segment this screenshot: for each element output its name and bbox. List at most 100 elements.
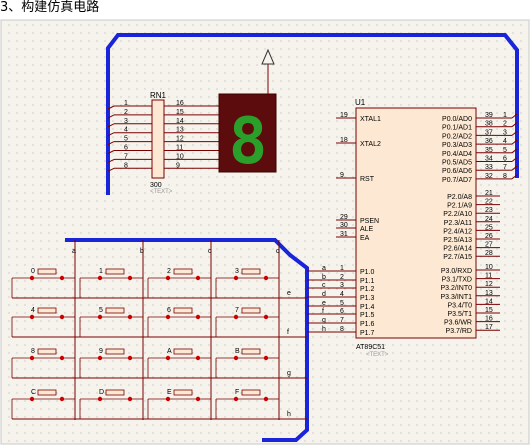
p0-bus-number: 7 [503, 164, 507, 171]
keypad-key-cap [241, 268, 261, 275]
keypad-key-dot-left [233, 275, 239, 281]
keypad-key-dot-right [127, 396, 133, 402]
keypad-key-dot-left [29, 396, 35, 402]
keypad-key-label: E [167, 389, 172, 396]
rn1-left-pin-number: 3 [124, 118, 128, 125]
keypad-key-label: 4 [31, 307, 35, 314]
keypad-key-dot-left [165, 396, 171, 402]
keypad-key-label: F [235, 389, 239, 396]
rn1-right-pin-number: 12 [176, 136, 184, 143]
u1-right-pin-label: P2.0/A8 [447, 194, 472, 201]
rn1-text-tag: <TEXT> [150, 189, 173, 195]
keypad-key-dot-right [59, 314, 65, 320]
p1-bus-label: b [322, 274, 326, 281]
keypad-column-label: b [140, 248, 144, 255]
u1-right-pin-number: 38 [485, 121, 493, 128]
rn1-right-pin-number: 11 [176, 145, 183, 152]
rn1-name: RN1 [150, 91, 167, 100]
keypad-key-cap [241, 307, 261, 314]
keypad-key-dot-left [97, 314, 103, 320]
keypad-key-dot-left [97, 355, 103, 361]
rn1-left-pin-number: 4 [124, 127, 128, 134]
rn1-right-pin-number: 16 [176, 100, 184, 107]
keypad-key-cap [37, 307, 57, 314]
keypad-key-dot-right [195, 396, 201, 402]
u1-left-pin-number: 8 [340, 326, 344, 333]
u1-right-pin-number: 17 [485, 324, 493, 331]
keypad-column-label: c [208, 248, 212, 255]
p0-bus-number: 1 [503, 112, 507, 119]
u1-left-pin-number: 19 [340, 112, 348, 119]
u1-right-pin-label: P3.1/TXD [442, 277, 472, 284]
u1-left-pin-number: 18 [340, 137, 348, 144]
rn1-left-pin-number: 6 [124, 145, 128, 152]
keypad-key-dot-left [233, 396, 239, 402]
keypad-key-dot-right [195, 314, 201, 320]
rn1-left-pin-number: 8 [124, 162, 128, 169]
keypad-key-cap [105, 389, 125, 396]
u1-right-pin-number: 28 [485, 250, 493, 257]
u1-right-pin-label: P0.2/AD2 [442, 133, 472, 140]
u1-left-pin-label: XTAL2 [360, 141, 381, 148]
u1-right-pin-label: P3.6/WR [444, 320, 472, 327]
keypad-key-dot-left [29, 355, 35, 361]
u1-left-pin-number: 31 [340, 231, 348, 238]
u1-left-pin-label: EA [360, 235, 370, 242]
u1-right-pin-label: P3.2/INT0 [440, 285, 472, 292]
keypad-key-cap [173, 348, 193, 355]
rn1-left-pin-number: 2 [124, 109, 128, 116]
schematic-canvas[interactable]: RN1 300 <TEXT> 1 162 153 144 135 126 117 108 9 8… [0, 0, 530, 445]
u1-right-pin-label: P0.3/AD3 [442, 142, 472, 149]
u1-right-pin-label: P0.1/AD1 [442, 125, 472, 132]
keypad-row-label: h [287, 411, 291, 418]
rn1-left-pin-number: 7 [124, 153, 128, 160]
u1-right-pin-label: P3.3/INT1 [440, 294, 472, 301]
rn1-left-pin-number: 1 [124, 100, 128, 107]
rn1-right-pin-number: 10 [176, 153, 184, 160]
u1-left-pin-number: 9 [340, 172, 344, 179]
p1-bus-label: a [322, 265, 326, 272]
keypad-key-dot-right [263, 396, 269, 402]
keypad-key-label: 7 [235, 307, 239, 314]
keypad-key-dot-left [97, 275, 103, 281]
rn1-right-pin-number: 14 [176, 118, 184, 125]
keypad-key-dot-left [233, 355, 239, 361]
keypad-key-cap [241, 348, 261, 355]
keypad-key-label: C [31, 389, 36, 396]
u1-right-pin-number: 13 [485, 290, 493, 297]
u1-right-pin-number: 15 [485, 307, 493, 314]
keypad-key-cap [173, 268, 193, 275]
keypad-key-dot-left [233, 314, 239, 320]
u1-right-pin-label: P2.4/A12 [443, 228, 472, 235]
u1-right-pin-number: 39 [485, 112, 493, 119]
keypad-key-cap [37, 348, 57, 355]
u1-right-pin-number: 33 [485, 164, 493, 171]
u1-right-pin-label: P0.4/AD4 [442, 151, 472, 158]
keypad-key-dot-right [127, 275, 133, 281]
u1-left-pin-number: 1 [340, 265, 344, 272]
u1-right-pin-label: P2.5/A13 [443, 237, 472, 244]
u1-right-pin-label: P3.5/T1 [447, 311, 472, 318]
u1-right-pin-number: 32 [485, 173, 493, 180]
keypad-key-cap [105, 268, 125, 275]
keypad-key-dot-left [29, 275, 35, 281]
keypad-key-dot-right [127, 314, 133, 320]
rn1-right-pin-number: 9 [176, 162, 180, 169]
keypad-key-cap [173, 307, 193, 314]
keypad-key-label: 3 [235, 268, 239, 275]
keypad-key-dot-right [59, 355, 65, 361]
u1-right-pin-number: 21 [485, 190, 493, 197]
p1-bus-label: c [322, 282, 326, 289]
p1-bus-label: f [322, 308, 324, 315]
u1-right-pin-number: 10 [485, 264, 493, 271]
keypad-key-dot-right [59, 396, 65, 402]
u1-right-pin-label: P0.5/AD5 [442, 160, 472, 167]
u1-right-pin-label: P0.6/AD6 [442, 168, 472, 175]
u1-left-pin-label: P1.4 [360, 304, 375, 311]
keypad-key-dot-right [59, 275, 65, 281]
keypad-key-dot-right [263, 275, 269, 281]
keypad-key-dot-right [263, 314, 269, 320]
u1-right-pin-label: P2.1/A9 [447, 203, 472, 210]
keypad-key-label: D [99, 389, 104, 396]
keypad-key-label: A [167, 348, 172, 355]
